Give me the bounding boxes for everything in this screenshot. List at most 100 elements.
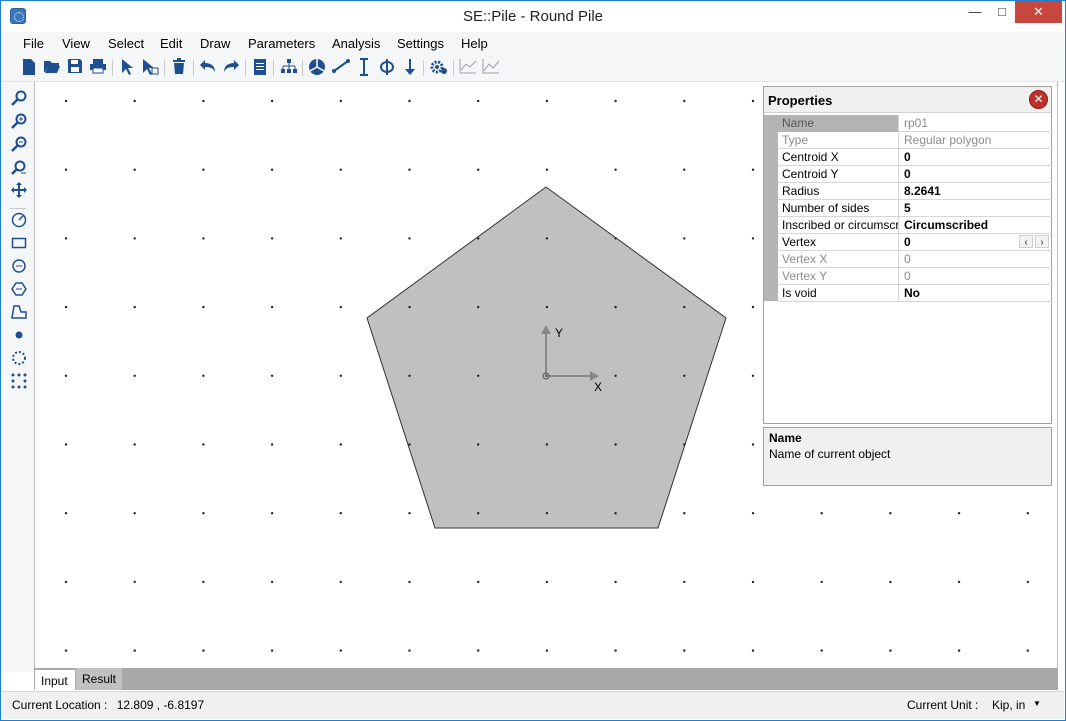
grid-dot [820,580,823,584]
property-label: Vertex X [778,251,899,268]
grid-dot [270,443,274,446]
diameter-icon[interactable] [377,58,397,78]
property-row-inscribed[interactable]: Inscribed or circumscribed Circumscribed [778,217,1052,234]
menu-parameters[interactable]: Parameters [248,36,315,51]
chart-disabled-icon[interactable] [458,58,478,78]
grid-dot [64,374,68,377]
grid-dot [957,649,961,652]
vertex-next-button[interactable]: › [1035,235,1049,248]
property-row-type[interactable]: Type Regular polygon [778,132,1052,149]
property-value[interactable]: 0 [900,149,1050,166]
print-icon[interactable] [88,58,108,78]
unit-selector[interactable]: Kip, in [992,698,1025,712]
grid-dot [408,443,411,446]
load-arrow-icon[interactable] [400,58,420,78]
property-value[interactable]: No [900,285,1050,302]
dimension-icon[interactable] [354,58,374,78]
properties-close-icon[interactable]: ✕ [1029,90,1048,109]
grid-dot [339,305,342,309]
property-row-centroid-y[interactable]: Centroid Y 0 [778,166,1052,183]
pan-icon[interactable] [9,182,29,202]
property-row-is-void[interactable]: Is void No [778,285,1052,302]
location-value: 12.809 , -6.8197 [116,698,205,712]
grid-dot [477,99,480,103]
polygon-icon[interactable] [9,281,29,301]
settings-gear-icon[interactable] [429,58,449,78]
menu-draw[interactable]: Draw [200,36,230,51]
grid-dot [545,443,549,446]
menu-analysis[interactable]: Analysis [332,36,380,51]
property-label: Vertex Y [778,268,899,285]
tab-input[interactable]: Input [35,670,75,690]
property-label: Number of sides [778,200,899,217]
redo-icon[interactable] [221,58,241,78]
grid-dot [614,512,617,515]
unit-label: Current Unit : [907,698,979,712]
toolbar-separator [245,60,246,76]
grid-dot [408,580,411,584]
property-value[interactable]: rp01 [900,115,1050,132]
maximize-button[interactable]: □ [989,1,1015,23]
open-folder-icon[interactable] [42,58,62,78]
property-value[interactable]: Circumscribed [900,217,1050,234]
delete-icon[interactable] [169,58,189,78]
chevron-down-icon[interactable]: ▼ [1033,699,1041,708]
grid-dot [751,305,755,309]
minimize-button[interactable]: — [961,1,989,23]
menu-select[interactable]: Select [108,36,144,51]
zoom-tool-icon[interactable] [9,90,29,110]
property-row-vertex-x[interactable]: Vertex X 0 [778,251,1052,268]
property-row-vertex-y[interactable]: Vertex Y 0 [778,268,1052,285]
close-button[interactable]: ✕ [1015,1,1062,23]
property-value[interactable]: 8.2641 [900,183,1050,200]
property-value[interactable]: 5 [900,200,1050,217]
grid-pattern-icon[interactable] [9,373,29,393]
grid-dot [477,649,480,652]
line-icon[interactable] [331,58,351,78]
save-icon[interactable] [65,58,85,78]
property-value[interactable]: 0 [900,166,1050,183]
measure-icon[interactable] [9,212,29,232]
property-row-radius[interactable]: Radius 8.2641 [778,183,1052,200]
zoom-out-icon[interactable] [9,136,29,156]
rectangle-icon[interactable] [9,235,29,255]
hierarchy-icon[interactable] [279,58,299,78]
grid-dot [477,168,480,171]
chart-line-disabled-icon[interactable] [481,58,501,78]
grid-dot [202,580,205,584]
tab-result[interactable]: Result [76,668,122,690]
property-row-name[interactable]: Name rp01 [778,115,1052,132]
property-label: Is void [778,285,899,302]
grid-dot [545,512,549,515]
property-label: Centroid Y [778,166,899,183]
zoom-extent-icon[interactable] [9,159,29,179]
circle-pattern-icon[interactable] [9,350,29,370]
menu-settings[interactable]: Settings [397,36,444,51]
report-icon[interactable] [250,58,270,78]
menu-file[interactable]: File [23,36,44,51]
grid-dot [202,649,205,652]
property-row-vertex[interactable]: Vertex 0 ‹ › [778,234,1052,251]
grid-dot [408,237,411,240]
custom-shape-icon[interactable] [9,304,29,324]
zoom-in-icon[interactable] [9,113,29,133]
property-row-centroid-x[interactable]: Centroid X 0 [778,149,1052,166]
vertex-prev-button[interactable]: ‹ [1019,235,1033,248]
property-row-number-of-sides[interactable]: Number of sides 5 [778,200,1052,217]
view-tabs: Input Result [34,668,1058,690]
menu-help[interactable]: Help [461,36,488,51]
menu-view[interactable]: View [62,36,90,51]
select-pointer-icon[interactable] [117,58,137,78]
select-object-icon[interactable] [140,58,160,78]
properties-header: Properties ✕ [764,87,1051,113]
pie-chart-icon[interactable] [307,58,327,78]
circle-icon[interactable] [9,258,29,278]
new-file-icon[interactable] [19,58,39,78]
point-icon[interactable] [9,327,29,347]
grid-dot [614,374,617,377]
grid-dot [545,168,549,171]
undo-icon[interactable] [198,58,218,78]
grid-dot [408,649,411,652]
menu-edit[interactable]: Edit [160,36,182,51]
grid-dot [683,99,686,103]
